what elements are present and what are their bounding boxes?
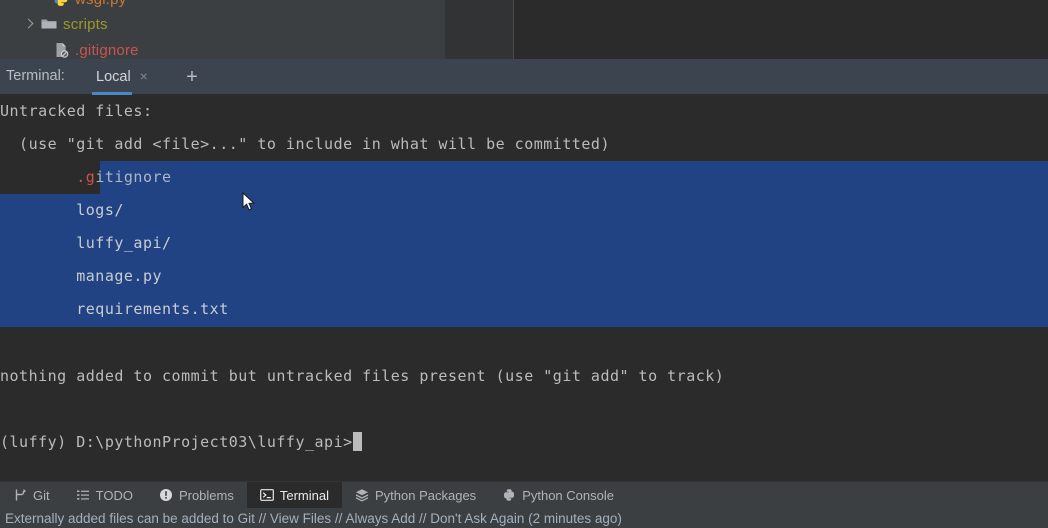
terminal-line-prefix: .g [0, 168, 96, 186]
toolbar-item-python-console[interactable]: Python Console [489, 482, 627, 508]
terminal-icon [259, 488, 274, 502]
folder-icon [40, 15, 58, 33]
terminal-toolwindow-header: Terminal: Local × + [0, 59, 1048, 95]
toolbar-item-label: Git [33, 487, 50, 503]
editor-blank-area [514, 0, 1048, 59]
terminal-line-gitignore: .gitignore [0, 161, 1048, 194]
toolbar-item-git[interactable]: Git [0, 482, 63, 508]
terminal-tab-local[interactable]: Local × [84, 59, 158, 95]
ide-window: wsgi.py scripts [0, 0, 1048, 528]
tree-item-scripts[interactable]: scripts [22, 11, 108, 37]
terminal-line: luffy_api/ [0, 234, 172, 252]
toolbar-item-todo[interactable]: TODO [63, 482, 146, 508]
terminal-line-rest: itignore [95, 168, 172, 186]
todo-list-icon [76, 488, 90, 502]
toolbar-item-problems[interactable]: Problems [146, 482, 247, 508]
python-icon [502, 488, 516, 502]
python-file-icon [52, 0, 70, 8]
status-bar: Externally added files can be added to G… [0, 508, 1048, 528]
tree-item-label: .gitignore [75, 41, 139, 59]
terminal-line: nothing added to commit but untracked fi… [0, 367, 725, 385]
terminal-tab-label: Local [96, 69, 131, 85]
mouse-pointer-icon [242, 191, 256, 212]
terminal-line: logs/ [0, 201, 124, 219]
git-branch-icon [13, 488, 27, 502]
terminal-prompt-line: (luffy) D:\pythonProject03\luffy_api> [0, 426, 1048, 459]
editor-gutter-strip [445, 0, 514, 59]
terminal-line: manage.py [0, 267, 163, 285]
toolbar-item-label: Python Console [522, 487, 614, 503]
gitignore-file-icon [52, 41, 70, 59]
terminal-line: requirements.txt [0, 300, 229, 318]
status-message[interactable]: Externally added files can be added to G… [0, 511, 622, 526]
terminal-prompt: (luffy) D:\pythonProject03\luffy_api> [0, 433, 353, 451]
toolbar-item-label: TODO [95, 487, 133, 503]
terminal-line: Untracked files: [0, 102, 153, 120]
bottom-toolbar: Git TODO Problems Terminal Python Packag… [0, 481, 1048, 508]
terminal-line: (use "git add <file>..." to include in w… [0, 135, 610, 153]
toolbar-item-label: Python Packages [375, 487, 477, 503]
close-icon[interactable]: × [140, 69, 148, 83]
toolbar-item-label: Problems [178, 487, 234, 503]
terminal-output[interactable]: Untracked files: (use "git add <file>...… [0, 95, 1048, 481]
toolbar-item-terminal[interactable]: Terminal [246, 482, 342, 508]
block-cursor [352, 432, 362, 451]
packages-icon [355, 488, 369, 502]
project-tree-panel: wsgi.py scripts [0, 0, 445, 59]
project-tree-area: wsgi.py scripts [0, 0, 1048, 59]
tree-item-label: wsgi.py [75, 0, 126, 8]
toolbar-item-python-packages[interactable]: Python Packages [342, 482, 489, 508]
terminal-title: Terminal: [6, 68, 65, 84]
toolbar-item-label: Terminal [279, 487, 329, 503]
chevron-right-icon[interactable] [22, 17, 36, 31]
tree-item-label: scripts [63, 15, 108, 33]
plus-icon[interactable]: + [180, 59, 204, 95]
problems-icon [159, 488, 173, 502]
